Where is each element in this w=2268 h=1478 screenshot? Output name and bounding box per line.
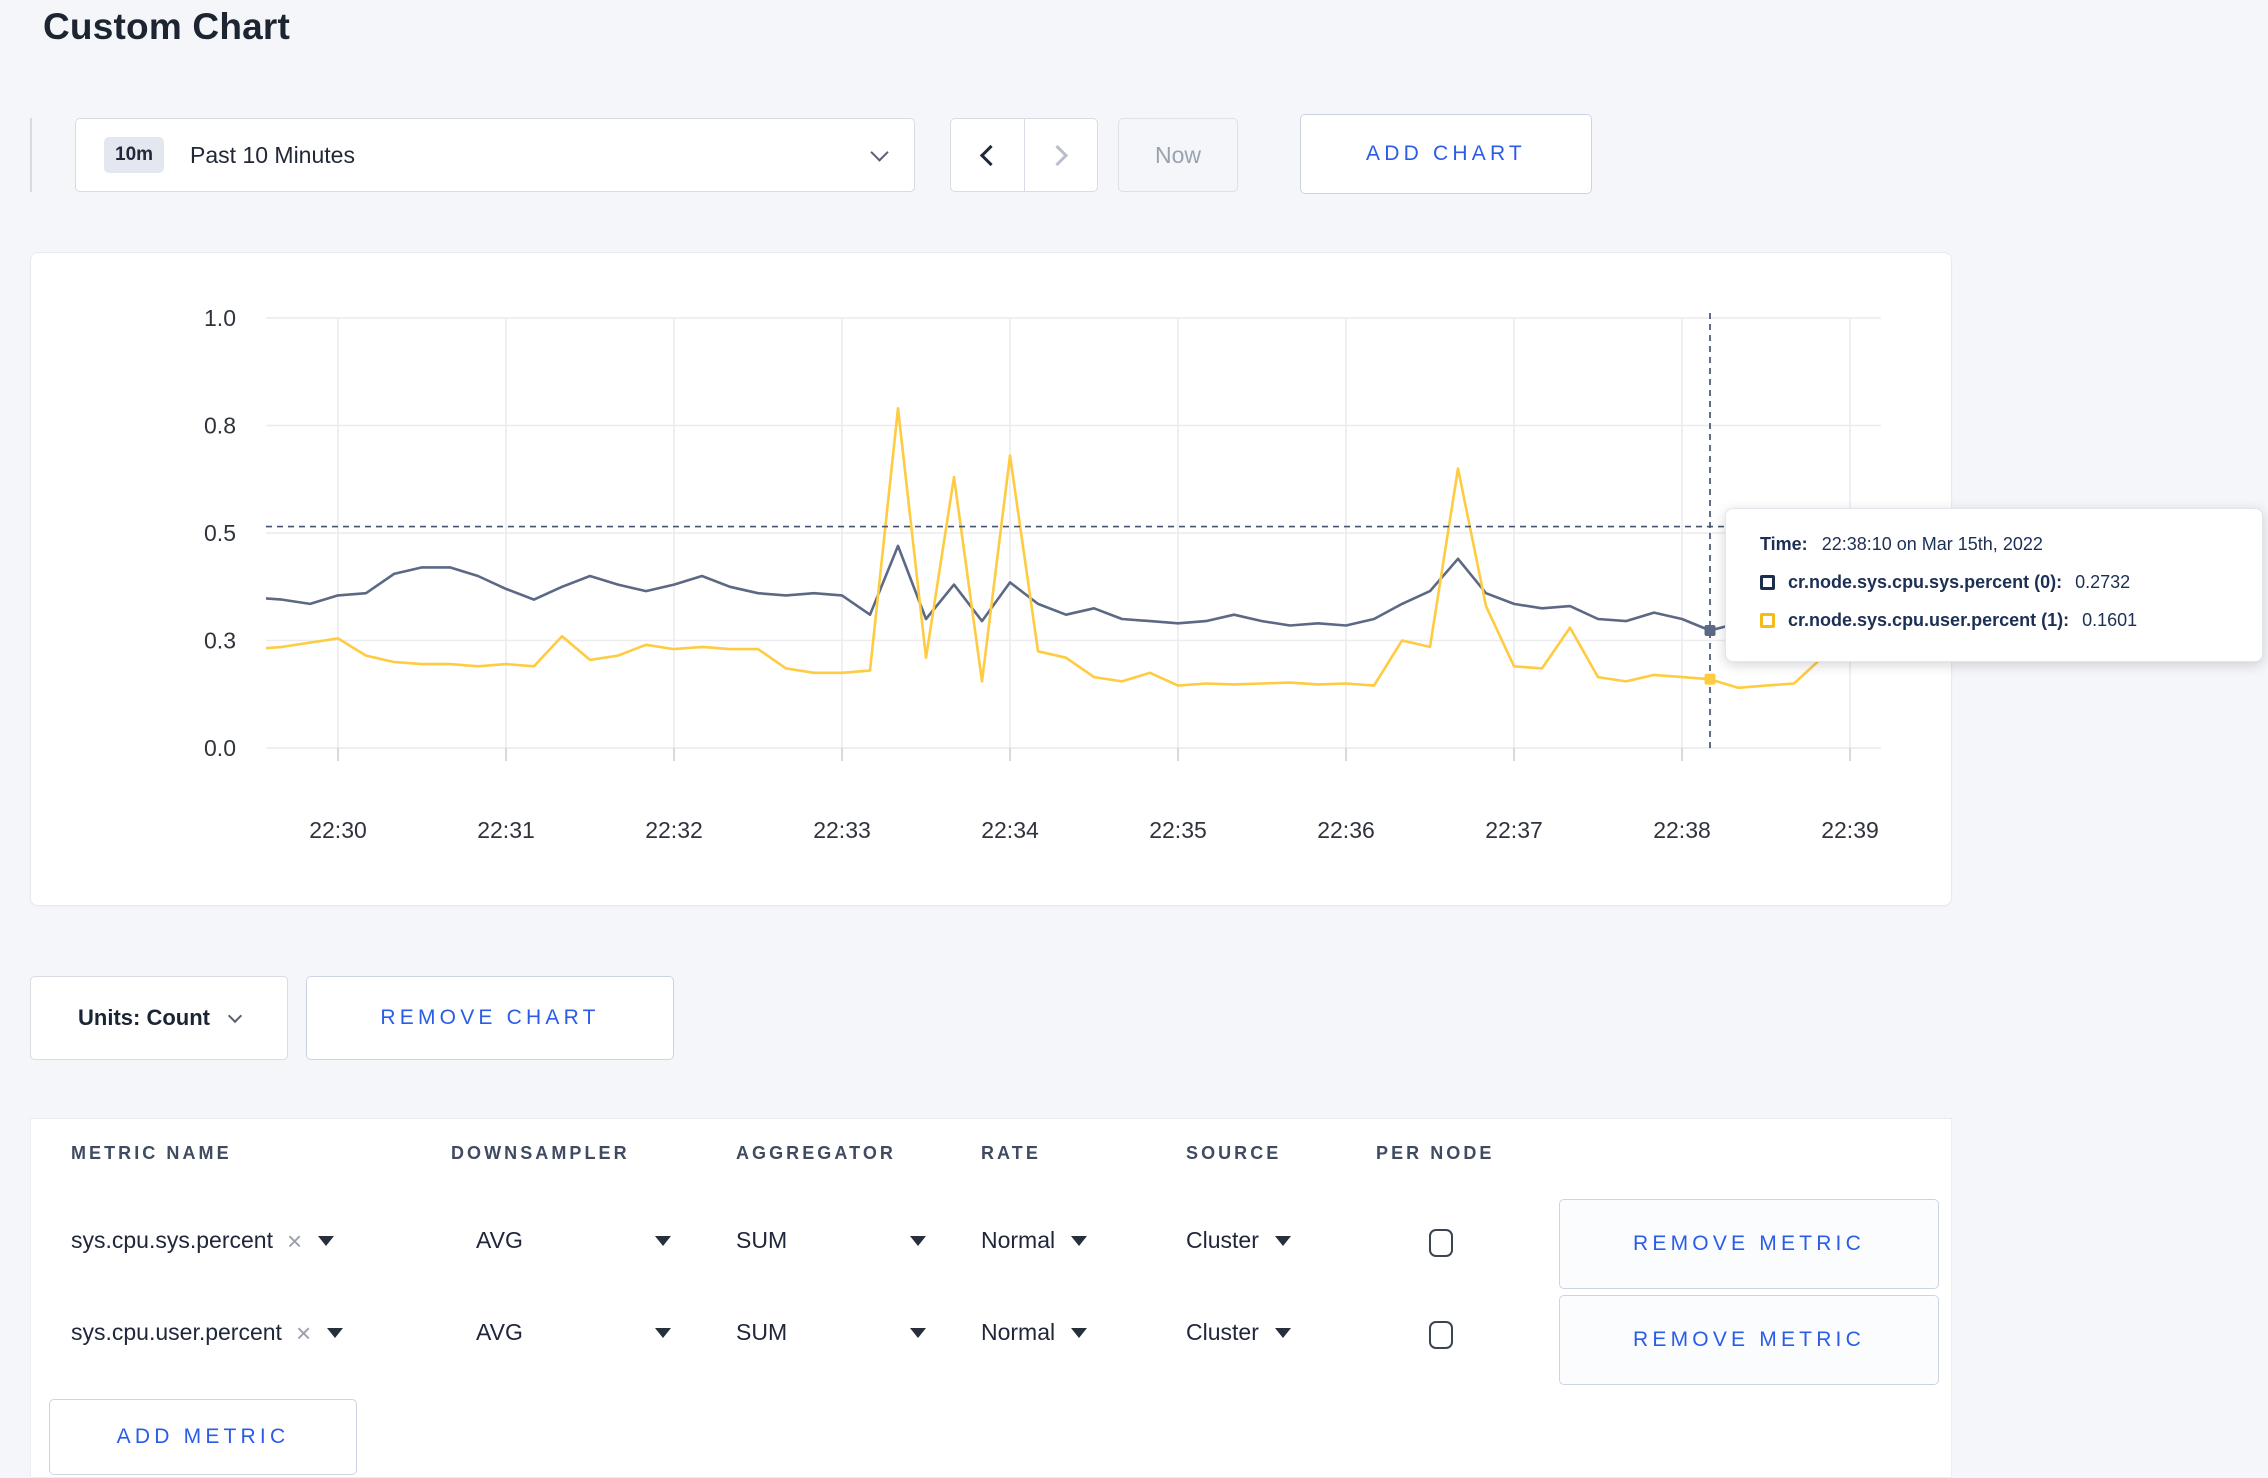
rate-select[interactable]: Normal (981, 1319, 1088, 1346)
remove-metric-button[interactable]: REMOVE METRIC (1559, 1199, 1939, 1289)
next-range-button[interactable] (1023, 119, 1098, 191)
chevron-left-icon (979, 144, 1001, 166)
metrics-table: METRIC NAME DOWNSAMPLER AGGREGATOR RATE … (30, 1118, 1952, 1478)
remove-metric-button[interactable]: REMOVE METRIC (1559, 1295, 1939, 1385)
source-select[interactable]: Cluster (1186, 1319, 1291, 1346)
downsampler-value: AVG (476, 1227, 523, 1253)
dropdown-arrow-icon (1071, 1327, 1088, 1338)
rate-select[interactable]: Normal (981, 1227, 1088, 1254)
add-chart-button[interactable]: ADD CHART (1300, 114, 1592, 194)
prev-range-button[interactable] (951, 119, 1024, 191)
x-axis-tick-label: 22:31 (477, 817, 535, 843)
rate-value: Normal (981, 1319, 1056, 1345)
series-line-user (266, 407, 1880, 690)
source-select[interactable]: Cluster (1186, 1227, 1291, 1254)
now-button[interactable]: Now (1118, 118, 1238, 192)
units-label: Units: Count (78, 1005, 210, 1030)
chevron-down-icon (870, 142, 889, 162)
rate-value: Normal (981, 1227, 1056, 1253)
x-axis-tick-label: 22:32 (645, 817, 703, 843)
dropdown-arrow-icon (1071, 1235, 1088, 1246)
page-title: Custom Chart (43, 6, 291, 47)
y-axis-tick-label: 0.3 (204, 628, 236, 654)
chart-card: 0.0 0.3 0.5 0.8 1.0 22:30 22:31 22:32 22:33 22:34… (30, 252, 1952, 906)
line-chart[interactable]: 0.0 0.3 0.5 0.8 1.0 22:30 22:31 22:32 22:33 22:34… (31, 253, 1953, 907)
tooltip-time-label: Time: (1760, 534, 1808, 554)
user-series-swatch-icon (1760, 613, 1775, 628)
chevron-down-icon (227, 1008, 243, 1024)
header-source: SOURCE (1186, 1143, 1282, 1163)
time-range-badge: 10m (104, 137, 165, 173)
metric-name-value: sys.cpu.user.percent (71, 1319, 282, 1345)
time-pager (950, 118, 1098, 192)
dropdown-arrow-icon (1274, 1327, 1291, 1338)
tooltip-time-value: 22:38:10 on Mar 15th, 2022 (1821, 534, 2043, 554)
x-axis-tick-label: 22:38 (1653, 817, 1711, 843)
y-axis-tick-label: 0.0 (204, 735, 236, 761)
aggregator-select[interactable]: SUM (736, 1319, 926, 1346)
aggregator-select[interactable]: SUM (736, 1227, 926, 1254)
x-axis-tick-label: 22:37 (1485, 817, 1543, 843)
x-axis-tick-label: 22:36 (1317, 817, 1375, 843)
header-per-node: PER NODE (1376, 1143, 1495, 1163)
y-axis-tick-label: 1.0 (204, 305, 236, 331)
x-axis-tick-label: 22:30 (309, 817, 367, 843)
chevron-right-icon (1047, 144, 1069, 166)
header-rate: RATE (981, 1143, 1041, 1163)
metric-name-value: sys.cpu.sys.percent (71, 1227, 273, 1253)
dropdown-arrow-icon (910, 1235, 926, 1246)
time-range-selector[interactable]: 10m Past 10 Minutes (75, 118, 915, 192)
header-metric-name: METRIC NAME (71, 1143, 232, 1163)
y-axis-tick-label: 0.5 (204, 520, 236, 546)
tooltip-series-row: cr.node.sys.cpu.sys.percent (0): 0.2732 (1760, 572, 2262, 593)
y-axis-tick-label: 0.8 (204, 413, 236, 439)
header-downsampler: DOWNSAMPLER (451, 1143, 630, 1163)
time-range-label: Past 10 Minutes (190, 141, 355, 168)
series-line-sys (266, 544, 1880, 632)
dropdown-arrow-icon (655, 1235, 671, 1246)
tooltip-time-row: Time: 22:38:10 on Mar 15th, 2022 (1760, 534, 2262, 555)
dropdown-arrow-icon (318, 1235, 335, 1246)
tooltip-series-row: cr.node.sys.cpu.user.percent (1): 0.1601 (1760, 610, 2262, 631)
metric-name-select[interactable]: sys.cpu.user.percent × (71, 1319, 344, 1346)
downsampler-select[interactable]: AVG (476, 1319, 671, 1346)
remove-chart-button[interactable]: REMOVE CHART (306, 976, 674, 1060)
per-node-checkbox[interactable] (1429, 1229, 1453, 1257)
aggregator-value: SUM (736, 1319, 788, 1345)
aggregator-value: SUM (736, 1227, 788, 1253)
x-axis-tick-label: 22:39 (1821, 817, 1879, 843)
dropdown-arrow-icon (655, 1327, 671, 1338)
clear-metric-icon[interactable]: × (287, 1228, 302, 1254)
tooltip-series-value: 0.2732 (2075, 572, 2131, 592)
x-axis-tick-label: 22:33 (813, 817, 871, 843)
add-metric-button[interactable]: ADD METRIC (49, 1399, 357, 1475)
tooltip-series-name: cr.node.sys.cpu.sys.percent (0): (1788, 572, 2063, 592)
metric-name-select[interactable]: sys.cpu.sys.percent × (71, 1227, 335, 1254)
tooltip-series-value: 0.1601 (2082, 610, 2138, 630)
units-dropdown[interactable]: Units: Count (30, 976, 288, 1060)
per-node-checkbox[interactable] (1429, 1321, 1453, 1349)
sys-series-swatch-icon (1760, 575, 1775, 590)
source-value: Cluster (1186, 1319, 1259, 1345)
custom-chart-page: Custom Chart 10m Past 10 Minutes Now ADD… (0, 0, 2268, 1478)
dropdown-arrow-icon (327, 1327, 344, 1338)
x-axis-tick-label: 22:35 (1149, 817, 1207, 843)
toolbar-divider (30, 118, 32, 192)
downsampler-value: AVG (476, 1319, 523, 1345)
clear-metric-icon[interactable]: × (296, 1320, 311, 1346)
header-aggregator: AGGREGATOR (736, 1143, 896, 1163)
chart-tooltip: Time: 22:38:10 on Mar 15th, 2022 cr.node… (1725, 508, 2263, 662)
x-axis-tick-label: 22:34 (981, 817, 1039, 843)
source-value: Cluster (1186, 1227, 1259, 1253)
dropdown-arrow-icon (1274, 1235, 1291, 1246)
dropdown-arrow-icon (910, 1327, 926, 1338)
tooltip-series-name: cr.node.sys.cpu.user.percent (1): (1788, 610, 2070, 630)
downsampler-select[interactable]: AVG (476, 1227, 671, 1254)
